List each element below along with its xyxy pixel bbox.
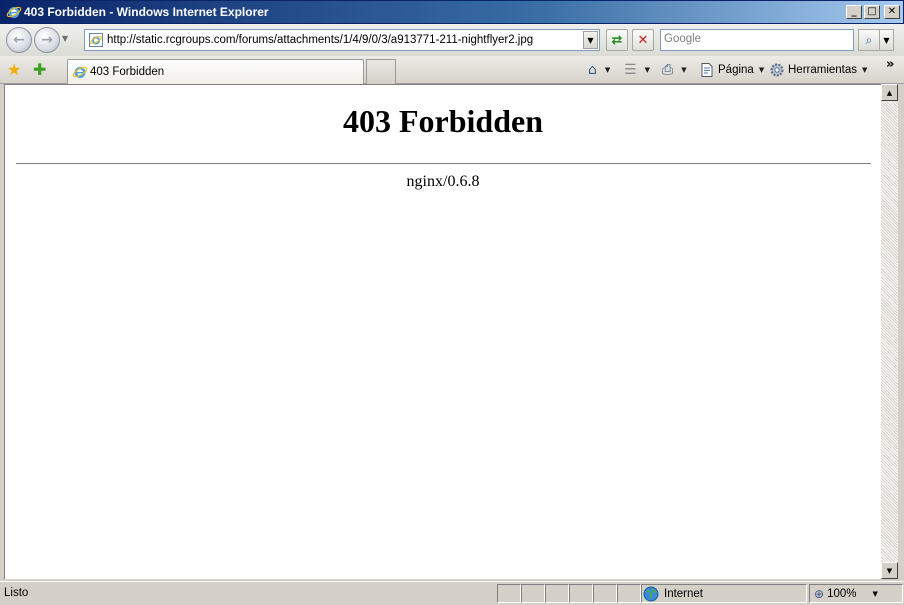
feeds-dropdown-icon[interactable]: ▼ [645,66,650,74]
page-menu-caret-icon: ▼ [758,66,765,74]
more-commands-chevron-icon[interactable]: » [886,57,894,72]
tools-menu-button[interactable]: Herramientas ▼ [769,60,867,80]
vertical-scrollbar[interactable]: ▲ ▼ [881,84,898,579]
server-signature: nginx/0.6.8 [406,173,480,190]
page-menu-label: Página [718,64,754,76]
print-dropdown-icon[interactable]: ▼ [681,66,686,74]
refresh-icon: ⇄ [611,32,623,48]
window-title: 403 Forbidden - Windows Internet Explore… [24,5,269,19]
address-input[interactable]: http://static.rcgroups.com/forums/attach… [107,34,583,46]
address-dropdown-button[interactable]: ▼ [583,31,598,49]
ie-tab-icon [72,66,88,78]
feeds-icon: ☰ [624,62,637,78]
tools-menu-caret-icon: ▼ [862,66,868,74]
print-icon: ⎙ [662,62,674,78]
print-button[interactable]: ⎙ ▼ [662,60,687,80]
home-dropdown-icon[interactable]: ▼ [605,66,610,74]
minimize-button[interactable]: _ [846,5,862,19]
tab-label: 403 Forbidden [90,66,165,78]
back-button[interactable]: ← [6,27,32,53]
zoom-icon: ⊕ [814,586,825,601]
search-icon: ⌕ [865,32,873,47]
page-heading: 403 Forbidden [342,103,544,139]
tab-active[interactable]: 403 Forbidden [67,59,364,84]
feeds-button[interactable]: ☰ ▼ [624,60,650,80]
favorites-star-icon[interactable]: ★ [7,60,21,79]
home-icon: ⌂ [588,62,597,78]
zone-label: Internet [664,587,703,600]
status-pane [545,584,569,603]
maximize-button[interactable]: □ [864,5,880,19]
recent-pages-dropdown[interactable]: ▼ [62,34,68,43]
ie-page-icon [89,33,103,47]
window-title-bar[interactable]: 403 Forbidden - Windows Internet Explore… [0,0,904,24]
page-content: 403 Forbidden nginx/0.6.8 [4,84,881,579]
zoom-level: 100% [827,587,857,600]
refresh-button[interactable]: ⇄ [606,29,628,51]
tools-gear-icon [770,63,784,77]
status-pane [617,584,641,603]
forward-arrow-icon: → [41,32,53,48]
search-input[interactable]: Google [660,29,854,51]
tools-menu-label: Herramientas [788,64,858,76]
new-tab-button[interactable] [366,59,396,84]
tab-command-bar: ★ ✚ 403 Forbidden ⌂ ▼ ☰ ▼ ⎙ ▼ Página ▼ H… [0,56,904,84]
status-pane [593,584,617,603]
page-icon [701,63,713,77]
status-bar: Listo Internet ⊕ 100% ▼ [0,581,904,605]
page-menu-button[interactable]: Página ▼ [699,60,764,80]
home-button[interactable]: ⌂ ▼ [588,60,610,80]
status-pane [569,584,593,603]
search-options-dropdown[interactable]: ▼ [880,29,894,51]
divider [16,163,871,164]
window-right-frame [898,84,904,579]
zoom-control[interactable]: ⊕ 100% ▼ [812,584,902,603]
add-favorites-icon[interactable]: ✚ [33,60,46,79]
stop-icon: ✕ [637,32,649,48]
navigation-bar: ← → ▼ http://static.rcgroups.com/forums/… [0,24,904,56]
search-button[interactable]: ⌕ [858,29,880,51]
security-zone[interactable]: Internet [642,584,806,603]
close-button[interactable]: ✕ [884,5,900,19]
forward-button[interactable]: → [34,27,60,53]
zoom-dropdown-icon[interactable]: ▼ [872,590,877,598]
address-bar[interactable]: http://static.rcgroups.com/forums/attach… [84,29,600,51]
scroll-up-button[interactable]: ▲ [881,84,898,101]
internet-globe-icon [643,586,659,601]
ie-logo-icon [6,6,22,18]
status-text: Listo [4,587,29,599]
scroll-down-button[interactable]: ▼ [881,562,898,579]
status-pane [521,584,545,603]
stop-button[interactable]: ✕ [632,29,654,51]
back-arrow-icon: ← [13,32,25,48]
status-pane [497,584,521,603]
